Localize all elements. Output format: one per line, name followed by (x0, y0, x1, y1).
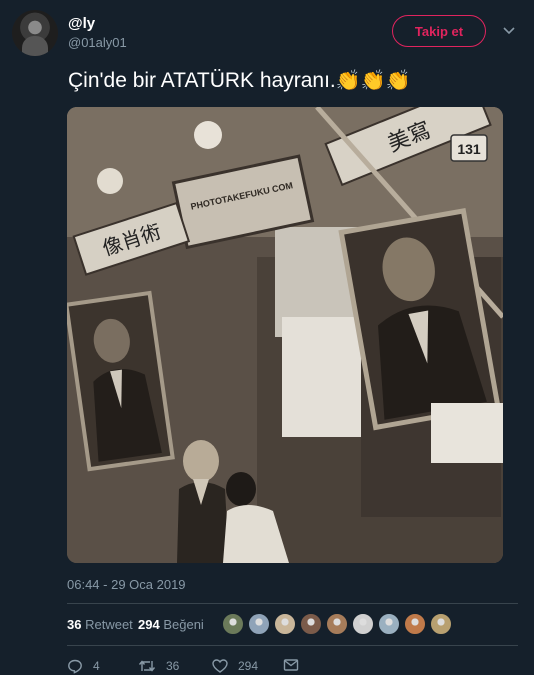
envelope-icon (283, 658, 299, 672)
liker-avatar[interactable] (352, 613, 374, 635)
reply-icon (67, 658, 83, 674)
retweet-stat-count: 36 (67, 617, 82, 632)
street-number: 131 (457, 141, 481, 157)
retweet-action-count: 36 (166, 659, 180, 673)
chevron-down-icon[interactable] (502, 24, 516, 38)
reply-count: 4 (93, 659, 100, 673)
avatar[interactable] (12, 10, 58, 56)
display-name[interactable]: @ly (68, 15, 95, 32)
liker-avatar[interactable] (222, 613, 244, 635)
like-action-count: 294 (238, 659, 259, 673)
retweet-stat[interactable]: 36 Retweet (67, 617, 133, 632)
liker-avatar[interactable] (274, 613, 296, 635)
user-handle[interactable]: @01aly01 (68, 35, 127, 50)
follow-button[interactable]: Takip et (392, 15, 486, 47)
divider (67, 645, 518, 646)
like-button[interactable]: 294 (212, 658, 258, 674)
retweet-stat-label: Retweet (85, 617, 133, 632)
retweet-icon (138, 658, 156, 674)
tweet-body: Çin'de bir ATATÜRK hayranı. (68, 69, 336, 92)
liker-avatar[interactable] (326, 613, 348, 635)
liker-avatar[interactable] (300, 613, 322, 635)
liker-avatar[interactable] (248, 613, 270, 635)
liker-avatar[interactable] (378, 613, 400, 635)
photo-illustration: PHOTOTAKEFUKU COM 像肖術 美寫 131 (67, 107, 503, 563)
liker-avatar[interactable] (404, 613, 426, 635)
liker-avatar[interactable] (430, 613, 452, 635)
like-stat-label: Beğeni (163, 617, 204, 632)
reply-button[interactable]: 4 (67, 658, 100, 674)
tweet-timestamp[interactable]: 06:44 - 29 Oca 2019 (67, 577, 186, 592)
tweet-photo[interactable]: PHOTOTAKEFUKU COM 像肖術 美寫 131 (67, 107, 503, 563)
heart-icon (212, 658, 228, 674)
like-stat[interactable]: 294 Beğeni (138, 617, 204, 632)
like-stat-count: 294 (138, 617, 160, 632)
retweet-button[interactable]: 36 (138, 658, 179, 674)
direct-message-button[interactable] (283, 658, 299, 672)
clapping-hands-emoji: 👏👏👏 (335, 70, 411, 92)
tweet-text: Çin'de bir ATATÜRK hayranı.👏👏👏 (68, 68, 411, 93)
divider (67, 603, 518, 604)
